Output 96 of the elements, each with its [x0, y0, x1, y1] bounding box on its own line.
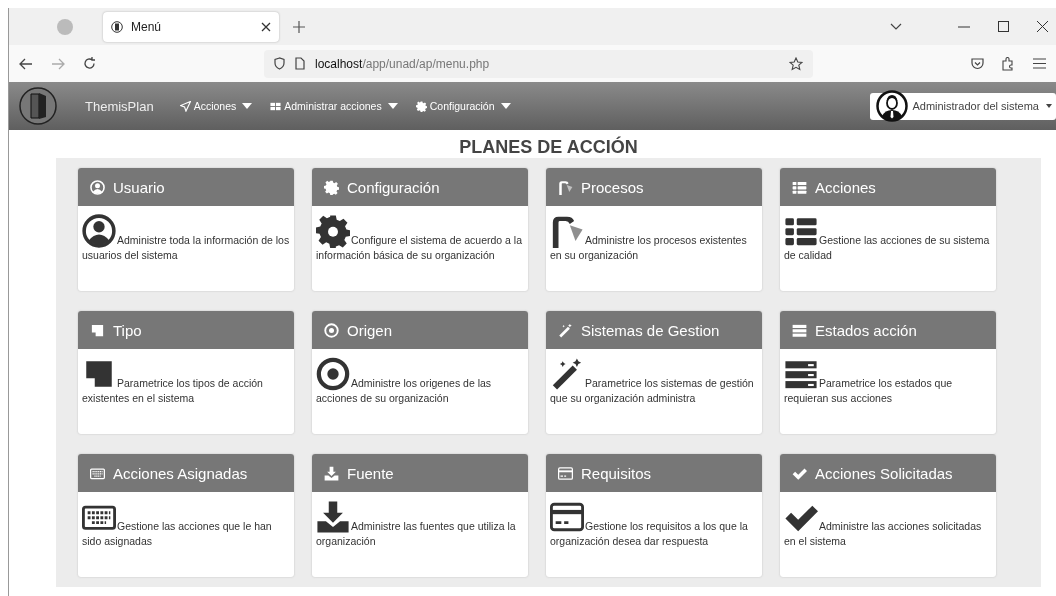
card-header[interactable]: Acciones Asignadas [78, 454, 294, 492]
maximize-icon[interactable] [998, 21, 1009, 32]
magic-wand-icon [550, 357, 584, 391]
card-header[interactable]: Requisitos [546, 454, 762, 492]
star-icon[interactable] [789, 56, 803, 71]
card-header[interactable]: Procesos [546, 168, 762, 206]
browser-tab[interactable]: Menú [103, 11, 279, 42]
menu-icon[interactable] [1033, 58, 1046, 69]
close-icon[interactable] [261, 21, 271, 32]
card-header[interactable]: Acciones [780, 168, 996, 206]
credit-card-icon [558, 465, 573, 481]
menu-card[interactable]: Acciones Asignadas Gestione las acciones que le han sido asignadas [78, 454, 294, 577]
menu-card[interactable]: Requisitos Gestione los requisitos a los que la organización desea dar respuesta [546, 454, 762, 577]
shower-icon [558, 179, 573, 195]
pocket-icon[interactable] [971, 57, 984, 70]
card-header[interactable]: Fuente [312, 454, 528, 492]
card-description: Administre las acciones solicitadas en el sistema [784, 519, 982, 547]
menu-card[interactable]: Usuario Administre toda la información de los usuarios del sistema [78, 168, 294, 291]
card-description: Gestione los requisitos a los que la organización desea dar respuesta [550, 519, 748, 547]
card-description: Gestione las acciones de su sistema de calidad [784, 233, 990, 261]
card-title: Procesos [581, 178, 644, 196]
server-icon [792, 322, 807, 338]
chevron-down-icon[interactable] [890, 22, 902, 31]
magic-wand-icon [558, 322, 573, 338]
card-header[interactable]: Usuario [78, 168, 294, 206]
card-title: Tipo [113, 321, 142, 339]
user-icon [90, 179, 105, 195]
card-header[interactable]: Origen [312, 311, 528, 349]
card-description: Gestione las acciones que le han sido asignadas [82, 519, 272, 547]
card-title: Fuente [347, 464, 394, 482]
url-path: /app/unad/ap/menu.php [362, 56, 490, 71]
download-icon [324, 465, 339, 481]
close-icon[interactable] [1037, 21, 1048, 32]
card-title: Acciones [815, 178, 876, 196]
menu-card[interactable]: Tipo Parametrice los tipos de acción existentes en el sistema [78, 311, 294, 434]
menu-card[interactable]: Sistemas de Gestion Parametrice los sistemas de gestión que su organización administra [546, 311, 762, 434]
card-description: Administre los procesos existentes en su organización [550, 233, 747, 261]
minimize-icon[interactable] [958, 25, 970, 28]
card-title: Origen [347, 321, 393, 339]
card-header[interactable]: Sistemas de Gestion [546, 311, 762, 349]
card-description: Administre los origenes de las acciones de su organización [316, 376, 492, 404]
target-icon [316, 357, 350, 391]
card-description: Parametrice los sistemas de gestión que su organización administra [550, 376, 754, 404]
card-title: Requisitos [581, 464, 652, 482]
card-title: Usuario [113, 178, 165, 196]
menu-card[interactable]: Procesos Administre los procesos existentes en su organización [546, 168, 762, 291]
card-header[interactable]: Acciones Solicitadas [780, 454, 996, 492]
card-description: Parametrice los tipos de acción existentes en el sistema [82, 376, 263, 404]
avatar-icon [876, 90, 909, 122]
card-description: Administre las fuentes que utiliza la organización [316, 519, 516, 547]
menu-card[interactable]: Origen Administre los origenes de las acciones de su organización [312, 311, 528, 434]
card-title: Estados acción [815, 321, 917, 339]
menu-card[interactable]: Fuente Administre las fuentes que utiliza la organización [312, 454, 528, 577]
card-title: Acciones Solicitadas [815, 464, 953, 482]
card-header[interactable]: Configuración [312, 168, 528, 206]
nav-menu[interactable]: Configuración [415, 100, 511, 112]
gear-icon [316, 214, 350, 248]
menu-card[interactable]: Estados acción Parametrice los estados que requieran sus acciones [780, 311, 996, 434]
nav-menu[interactable]: Administrar acciones [270, 100, 398, 112]
shower-icon [550, 214, 584, 248]
menu-card[interactable]: Configuración Configure el sistema de acuerdo a la información básica de su organización [312, 168, 528, 291]
card-title: Sistemas de Gestion [581, 321, 720, 339]
page-icon [295, 57, 305, 70]
list-icon [792, 179, 807, 195]
page-title: PLANES DE ACCIÓN [458, 135, 639, 158]
gear-icon [324, 179, 339, 195]
card-header[interactable]: Tipo [78, 311, 294, 349]
extension-icon[interactable] [1002, 56, 1015, 71]
banner-icon [90, 322, 105, 338]
credit-card-icon [550, 500, 584, 534]
address-bar[interactable]: localhost/app/unad/ap/menu.php [264, 49, 813, 78]
card-description: Parametrice los estados que requieran sus acciones [784, 376, 953, 404]
url-host: localhost [315, 56, 363, 71]
card-header[interactable]: Estados acción [780, 311, 996, 349]
reload-icon[interactable] [83, 57, 96, 70]
door-logo-icon[interactable] [19, 87, 57, 125]
card-title: Configuración [347, 178, 440, 196]
card-title: Acciones Asignadas [113, 464, 248, 482]
favicon-icon [111, 20, 123, 33]
back-icon[interactable] [19, 57, 33, 70]
brand-name[interactable]: ThemisPlan [85, 98, 154, 114]
send-icon [179, 100, 191, 112]
user-icon [82, 214, 116, 248]
card-description: Administre toda la información de los usuarios del sistema [82, 233, 290, 261]
new-tab-icon[interactable] [293, 20, 305, 33]
target-icon [324, 322, 339, 338]
card-description: Configure el sistema de acuerdo a la información básica de su organización [316, 233, 522, 261]
menu-card[interactable]: Acciones Solicitadas Administre las acciones solicitadas en el sistema [780, 454, 996, 577]
keyboard-icon [90, 465, 105, 481]
shield-icon[interactable] [274, 57, 285, 70]
gear-icon [415, 100, 427, 112]
menu-card[interactable]: Acciones Gestione las acciones de su sistema de calidad [780, 168, 996, 291]
nav-menu[interactable]: Acciones [179, 100, 253, 112]
user-menu-button[interactable]: Administrador del sistema [870, 92, 1056, 120]
grid-icon [270, 100, 282, 112]
download-icon [316, 500, 350, 534]
